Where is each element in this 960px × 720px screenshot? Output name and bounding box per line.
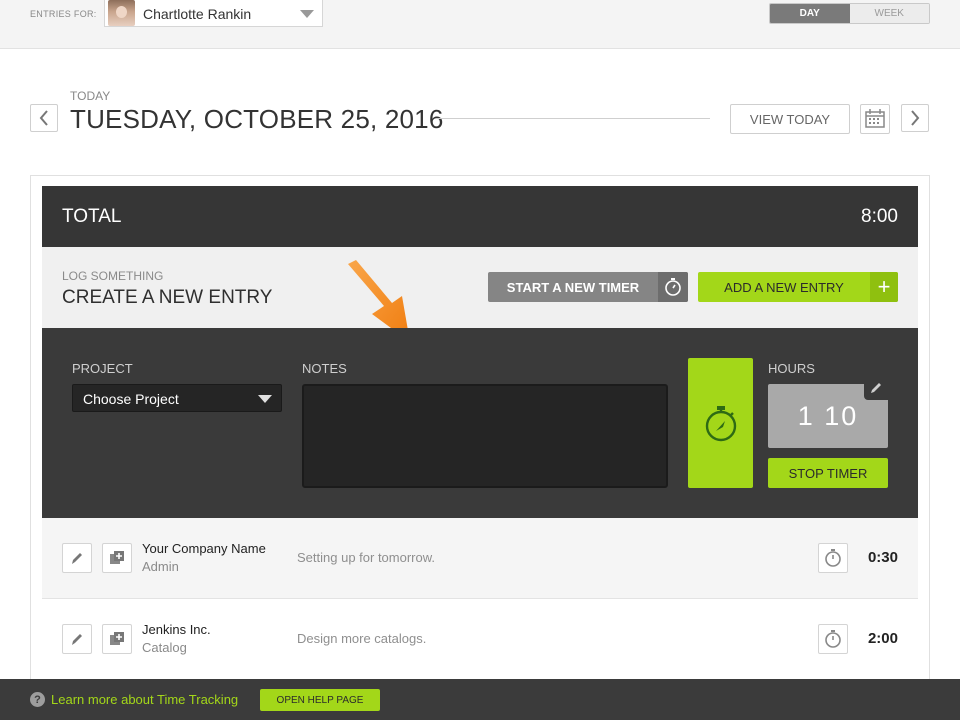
notes-label: NOTES <box>302 361 347 376</box>
user-name: Chartlotte Rankin <box>143 6 252 22</box>
total-bar: TOTAL 8:00 <box>42 186 918 247</box>
chevron-down-icon <box>300 10 314 18</box>
duplicate-entry-button[interactable] <box>102 543 132 573</box>
add-copy-icon <box>110 551 124 564</box>
create-entry-bar: LOG SOMETHING CREATE A NEW ENTRY START A… <box>42 247 918 328</box>
chevron-right-icon <box>911 110 920 126</box>
help-bar: ? Learn more about Time Tracking OPEN HE… <box>0 679 960 720</box>
page-title: TUESDAY, OCTOBER 25, 2016 <box>70 104 444 134</box>
plus-icon: + <box>870 272 898 302</box>
stop-timer-button[interactable]: STOP TIMER <box>768 458 888 488</box>
next-day-button[interactable] <box>901 104 929 132</box>
view-today-button[interactable]: VIEW TODAY <box>730 104 850 134</box>
start-entry-timer-button[interactable] <box>818 624 848 654</box>
entry-client: Jenkins Inc. <box>142 622 211 637</box>
edit-entry-button[interactable] <box>62 543 92 573</box>
new-entry-form: PROJECT Choose Project NOTES HOURS 1 10 … <box>42 328 918 518</box>
edit-hours-button[interactable] <box>864 376 888 400</box>
entry-notes: Setting up for tomorrow. <box>297 550 436 565</box>
add-new-entry-button[interactable]: ADD A NEW ENTRY + <box>698 272 898 302</box>
total-label: TOTAL <box>62 206 122 227</box>
edit-entry-button[interactable] <box>62 624 92 654</box>
duplicate-entry-button[interactable] <box>102 624 132 654</box>
entry-time: 0:30 <box>867 549 898 566</box>
create-entry-title: CREATE A NEW ENTRY <box>62 287 273 308</box>
chevron-down-icon <box>258 395 272 403</box>
notes-textarea[interactable] <box>302 384 668 488</box>
stopwatch-icon <box>658 272 688 302</box>
calendar-icon <box>865 109 885 128</box>
view-toggle: DAY WEEK <box>769 3 930 24</box>
project-select[interactable]: Choose Project <box>72 384 282 412</box>
stopwatch-icon <box>705 406 736 442</box>
today-label: TODAY <box>70 89 111 103</box>
stopwatch-icon <box>825 549 841 567</box>
start-new-timer-button[interactable]: START A NEW TIMER <box>488 272 688 302</box>
chevron-left-icon <box>39 110 48 126</box>
start-entry-timer-button[interactable] <box>818 543 848 573</box>
start-new-timer-label: START A NEW TIMER <box>506 279 640 295</box>
entries-for-label: ENTRIES FOR: <box>30 9 97 19</box>
pencil-icon <box>72 634 82 645</box>
pencil-icon <box>871 383 881 393</box>
user-select[interactable]: Chartlotte Rankin <box>104 0 323 27</box>
previous-day-button[interactable] <box>30 104 58 132</box>
pencil-icon <box>72 553 82 564</box>
log-something-label: LOG SOMETHING <box>62 269 164 283</box>
help-question-icon: ? <box>30 692 45 707</box>
divider <box>436 118 710 119</box>
avatar <box>108 0 135 26</box>
entry-task: Catalog <box>142 640 187 655</box>
time-entry-row: Jenkins Inc. Catalog Design more catalog… <box>42 599 918 680</box>
entry-client: Your Company Name <box>142 541 266 556</box>
day-view-button[interactable]: DAY <box>770 4 850 23</box>
week-view-button[interactable]: WEEK <box>849 4 929 23</box>
project-select-value: Choose Project <box>83 391 179 407</box>
project-label: PROJECT <box>72 361 133 376</box>
calendar-button[interactable] <box>860 104 890 134</box>
time-entry-row: Your Company Name Admin Setting up for t… <box>42 518 918 599</box>
entry-task: Admin <box>142 559 179 574</box>
add-new-entry-label: ADD A NEW ENTRY <box>724 279 844 295</box>
open-help-page-button[interactable]: OPEN HELP PAGE <box>260 689 380 711</box>
stopwatch-icon <box>825 630 841 648</box>
hours-label: HOURS <box>768 361 815 376</box>
learn-more-link[interactable]: Learn more about Time Tracking <box>51 692 238 707</box>
entry-time: 2:00 <box>867 630 898 647</box>
total-value: 8:00 <box>861 206 898 227</box>
entry-notes: Design more catalogs. <box>297 631 427 646</box>
timer-toggle-button[interactable] <box>688 358 753 488</box>
top-bar: ENTRIES FOR: Chartlotte Rankin DAY WEEK <box>0 0 960 49</box>
add-copy-icon <box>110 632 124 645</box>
